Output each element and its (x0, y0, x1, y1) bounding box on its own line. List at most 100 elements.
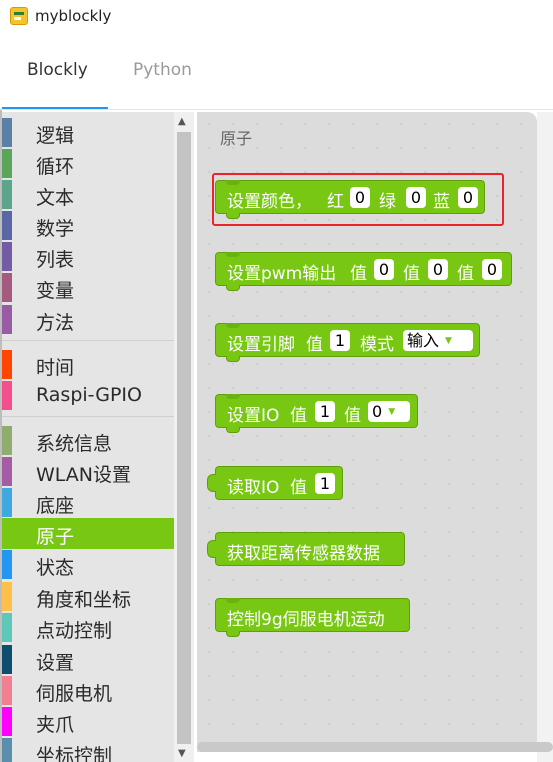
category-coord-control[interactable]: 坐标控制 (2, 737, 174, 762)
output-connector (207, 474, 216, 492)
category-separator (2, 340, 174, 341)
category-text[interactable]: 文本 (2, 179, 174, 210)
value2-label: 值 (344, 406, 361, 426)
pin-value-field[interactable]: 1 (330, 330, 350, 351)
category-color-swatch (2, 211, 12, 240)
category-label: 变量 (36, 280, 75, 302)
category-wlan[interactable]: WLAN设置 (2, 456, 174, 487)
category-color-swatch (2, 118, 12, 147)
block-top-notch (226, 598, 240, 603)
category-color-swatch (2, 582, 12, 611)
block-label: 设置IO (227, 406, 280, 426)
dropdown-arrow-icon: ▼ (388, 407, 396, 417)
category-separator (2, 416, 174, 417)
title-bar: myblockly (0, 0, 553, 32)
category-color-swatch (2, 180, 12, 209)
block-label: 设置pwm输出 (227, 264, 337, 284)
category-label: 角度和坐标 (36, 589, 132, 611)
category-label: 逻辑 (36, 125, 75, 147)
category-color-swatch (2, 273, 12, 302)
mode-dropdown[interactable]: 输入 ▼ (403, 330, 473, 351)
category-jog-control[interactable]: 点动控制 (2, 612, 174, 643)
block-bottom-notch (226, 356, 240, 362)
block-bottom-notch (226, 213, 240, 219)
category-label: 夹爪 (36, 714, 75, 736)
workspace-edge (537, 112, 553, 762)
category-label: 坐标控制 (36, 745, 113, 762)
category-label: 数学 (36, 218, 75, 240)
category-atom[interactable]: 原子 (2, 518, 174, 549)
red-value-field[interactable]: 0 (350, 187, 370, 208)
category-label: Raspi-GPIO (36, 384, 142, 406)
category-logic[interactable]: 逻辑 (2, 117, 174, 148)
block-top-notch (226, 252, 240, 257)
tab-blockly[interactable]: Blockly (27, 60, 88, 80)
category-color-swatch (2, 242, 12, 271)
category-label: 伺服电机 (36, 683, 113, 705)
category-label: 原子 (36, 526, 75, 548)
mode-label: 模式 (360, 335, 394, 355)
value-label: 值 (306, 335, 323, 355)
io-pin-field[interactable]: 1 (315, 401, 335, 422)
dropdown-arrow-icon: ▼ (445, 336, 452, 346)
category-base[interactable]: 底座 (2, 487, 174, 518)
tab-python[interactable]: Python (133, 60, 192, 80)
category-servo-motor[interactable]: 伺服电机 (2, 675, 174, 706)
value1-label: 值 (350, 264, 367, 284)
scroll-thumb[interactable] (177, 132, 191, 744)
category-lists[interactable]: 列表 (2, 241, 174, 272)
block-get-distance[interactable]: 获取距离传感器数据 (207, 532, 405, 566)
block-bottom-notch (226, 285, 240, 291)
value2-field[interactable]: 0 (428, 259, 448, 280)
category-label: 时间 (36, 357, 75, 379)
category-color-swatch (2, 305, 12, 334)
scroll-up-icon[interactable]: ▲ (178, 116, 186, 127)
active-tab-indicator (2, 107, 108, 109)
category-label: 方法 (36, 312, 75, 334)
block-read-io[interactable]: 读取IO 值 1 (207, 466, 343, 500)
category-system-info[interactable]: 系统信息 (2, 425, 174, 456)
block-top-notch (226, 323, 240, 328)
category-gripper[interactable]: 夹爪 (2, 706, 174, 737)
block-label: 读取IO (227, 478, 280, 498)
value-label: 值 (290, 406, 307, 426)
category-time[interactable]: 时间 (2, 349, 174, 380)
value3-field[interactable]: 0 (482, 259, 502, 280)
category-functions[interactable]: 方法 (2, 304, 174, 335)
category-raspi-gpio[interactable]: Raspi-GPIO (2, 380, 174, 411)
category-variables[interactable]: 变量 (2, 272, 174, 303)
toolbox-scrollbar[interactable]: ▲ ▼ (174, 112, 194, 762)
category-loops[interactable]: 循环 (2, 148, 174, 179)
category-angle-coords[interactable]: 角度和坐标 (2, 581, 174, 612)
category-color-swatch (2, 488, 12, 517)
category-color-swatch (2, 457, 12, 486)
block-set-io[interactable]: 设置IO 值 1 值 0 ▼ (215, 394, 418, 433)
io-value-dropdown[interactable]: 0 ▼ (368, 401, 410, 422)
green-label: 绿 (379, 192, 396, 212)
category-color-swatch (2, 645, 12, 674)
editor-tabs: Blockly Python (0, 32, 553, 110)
category-color-swatch (2, 707, 12, 736)
category-status[interactable]: 状态 (2, 549, 174, 580)
scroll-down-icon[interactable]: ▼ (178, 748, 186, 759)
block-label: 控制9g伺服电机运动 (227, 610, 385, 630)
block-top-notch (226, 394, 240, 399)
block-set-pin[interactable]: 设置引脚 值 1 模式 输入 ▼ (215, 323, 480, 362)
read-io-pin-field[interactable]: 1 (315, 473, 335, 494)
category-color-swatch (2, 350, 12, 379)
block-servo-9g[interactable]: 控制9g伺服电机运动 (215, 598, 410, 637)
workspace-horizontal-scrollbar[interactable] (197, 742, 553, 752)
block-set-color[interactable]: 设置颜色， 红 0 绿 0 蓝 0 (215, 180, 485, 219)
blue-value-field[interactable]: 0 (458, 187, 478, 208)
category-settings[interactable]: 设置 (2, 644, 174, 675)
block-set-pwm[interactable]: 设置pwm输出 值 0 值 0 值 0 (215, 252, 512, 291)
block-label: 设置颜色， (227, 192, 312, 212)
green-value-field[interactable]: 0 (406, 187, 426, 208)
value1-field[interactable]: 0 (374, 259, 394, 280)
category-color-swatch (2, 738, 12, 762)
value-label: 值 (290, 478, 307, 498)
category-math[interactable]: 数学 (2, 210, 174, 241)
category-color-swatch (2, 519, 12, 548)
category-label: 循环 (36, 156, 75, 178)
window-title: myblockly (35, 7, 112, 25)
